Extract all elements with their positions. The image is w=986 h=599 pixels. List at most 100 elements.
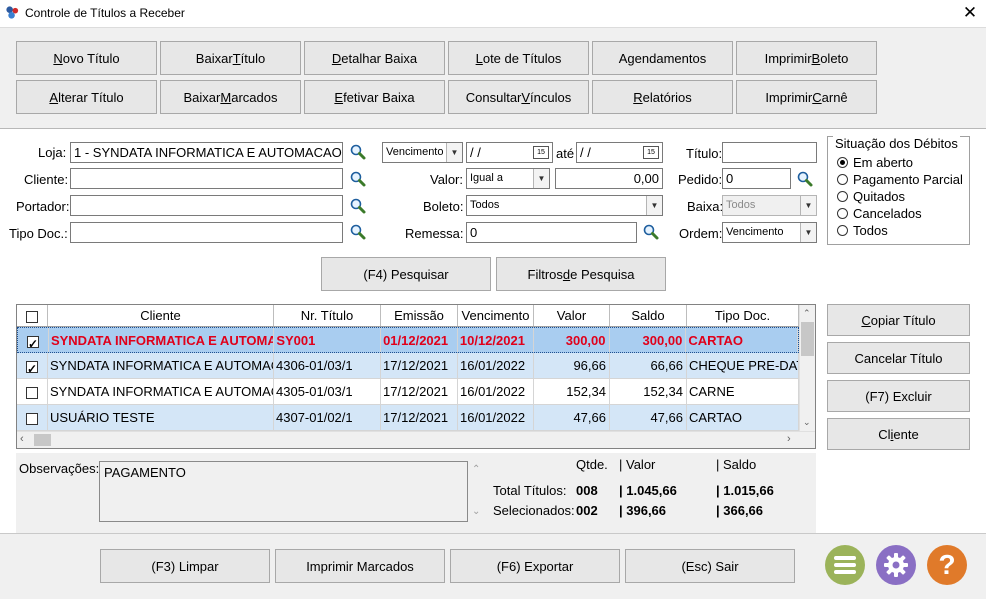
situacao-option-pagamento-parcial[interactable]: Pagamento Parcial bbox=[837, 172, 963, 187]
radio-button[interactable] bbox=[837, 225, 848, 236]
hscroll-thumb[interactable] bbox=[34, 434, 51, 446]
data-ate-field[interactable]: / / 15 bbox=[576, 142, 663, 163]
obs-scroll-up-icon[interactable]: ⌃ bbox=[472, 464, 480, 475]
situacao-option-cancelados[interactable]: Cancelados bbox=[837, 206, 922, 221]
column-header-nr-titulo[interactable]: Nr. Título bbox=[274, 305, 381, 326]
menu-icon[interactable] bbox=[825, 545, 865, 585]
radio-button[interactable] bbox=[837, 174, 848, 185]
radio-button[interactable] bbox=[837, 208, 848, 219]
cell-titulo: 4306-01/03/1 bbox=[274, 353, 381, 378]
search-portador-icon[interactable] bbox=[349, 197, 367, 215]
table-row[interactable]: SYNDATA INFORMATICA E AUTOMACAO4306-01/0… bbox=[17, 353, 799, 379]
remessa-field[interactable]: 0 bbox=[466, 222, 637, 243]
chevron-down-icon: ▼ bbox=[446, 143, 462, 162]
relatorios-button[interactable]: Relatórios bbox=[592, 80, 733, 114]
total-saldo: | 1.015,66 bbox=[716, 483, 774, 498]
baixar-titulo-button[interactable]: Baixar Título bbox=[160, 41, 301, 75]
settings-gear-icon[interactable] bbox=[876, 545, 916, 585]
copiar-titulo-button[interactable]: Copiar Título bbox=[827, 304, 970, 336]
row-checkbox[interactable] bbox=[26, 412, 38, 425]
titulo-field[interactable] bbox=[722, 142, 817, 163]
label-accel: C bbox=[812, 89, 822, 105]
column-header-vencimento[interactable]: Vencimento bbox=[458, 305, 534, 326]
data-tipo-select[interactable]: Vencimento ▼ bbox=[382, 142, 463, 163]
valor-field[interactable]: 0,00 bbox=[555, 168, 663, 189]
question-glyph: ? bbox=[938, 549, 956, 580]
radio-button[interactable] bbox=[837, 191, 848, 202]
boleto-select[interactable]: Todos ▼ bbox=[466, 195, 663, 216]
row-checkbox[interactable] bbox=[26, 386, 38, 399]
imprimir-marcados-button[interactable]: Imprimir Marcados bbox=[275, 549, 445, 583]
search-tipo-doc-icon[interactable] bbox=[349, 223, 367, 241]
baixar-marcados-button[interactable]: Baixar Marcados bbox=[160, 80, 301, 114]
cell-tipo: CARTAO bbox=[687, 405, 799, 430]
column-header-saldo[interactable]: Saldo bbox=[610, 305, 687, 326]
select-all-checkbox[interactable] bbox=[26, 310, 38, 323]
observacoes-box[interactable]: PAGAMENTO bbox=[99, 461, 468, 522]
row-checkbox[interactable] bbox=[26, 357, 38, 378]
agendamentos-button[interactable]: Agendamentos bbox=[592, 41, 733, 75]
consultar-vinculos-button[interactable]: Consultar Vínculos bbox=[448, 80, 589, 114]
row-checkbox-cell[interactable] bbox=[18, 328, 49, 352]
efetivar-baixa-button[interactable]: Efetivar Baixa bbox=[304, 80, 445, 114]
imprimir-carne-button[interactable]: Imprimir Carnê bbox=[736, 80, 877, 114]
tipo-doc-field[interactable] bbox=[70, 222, 343, 243]
column-header-tipo-doc[interactable]: Tipo Doc. bbox=[687, 305, 799, 326]
cell-cliente: USUÁRIO TESTE bbox=[48, 405, 274, 430]
column-header-valor[interactable]: Valor bbox=[534, 305, 610, 326]
lote-de-titulos-button[interactable]: Lote de Títulos bbox=[448, 41, 589, 75]
row-checkbox-cell[interactable] bbox=[17, 405, 48, 430]
portador-field[interactable] bbox=[70, 195, 343, 216]
column-header-cliente[interactable]: Cliente bbox=[48, 305, 274, 326]
sair-button[interactable]: (Esc) Sair bbox=[625, 549, 795, 583]
row-checkbox-cell[interactable] bbox=[17, 353, 48, 378]
calendar-icon[interactable]: 15 bbox=[643, 146, 659, 159]
header-checkbox-cell[interactable] bbox=[17, 305, 48, 326]
table-row[interactable]: SYNDATA INFORMATICA E AUTOMACAO4305-01/0… bbox=[17, 379, 799, 405]
cancelar-titulo-button[interactable]: Cancelar Título bbox=[827, 342, 970, 374]
search-cliente-icon[interactable] bbox=[349, 170, 367, 188]
ordem-select[interactable]: Vencimento ▼ bbox=[722, 222, 817, 243]
detalhar-baixa-button[interactable]: Detalhar Baixa bbox=[304, 41, 445, 75]
situacao-option-em-aberto[interactable]: Em aberto bbox=[837, 155, 913, 170]
cliente-field[interactable] bbox=[70, 168, 343, 189]
valor-op-select[interactable]: Igual a ▼ bbox=[466, 168, 550, 189]
vertical-scrollbar[interactable]: ⌃ ⌄ bbox=[799, 305, 815, 432]
scroll-right-icon[interactable]: › bbox=[787, 433, 791, 445]
radio-label: Cancelados bbox=[853, 206, 922, 221]
search-remessa-icon[interactable] bbox=[642, 223, 660, 241]
horizontal-scrollbar[interactable]: ‹ › bbox=[17, 431, 815, 448]
row-checkbox-cell[interactable] bbox=[17, 379, 48, 404]
scroll-thumb[interactable] bbox=[801, 322, 814, 356]
search-loja-icon[interactable] bbox=[349, 143, 367, 161]
scroll-down-icon[interactable]: ⌄ bbox=[803, 417, 811, 428]
f7-excluir-button[interactable]: (F7) Excluir bbox=[827, 380, 970, 412]
search-pedido-icon[interactable] bbox=[796, 170, 814, 188]
pedido-field[interactable]: 0 bbox=[722, 168, 791, 189]
calendar-icon[interactable]: 15 bbox=[533, 146, 549, 159]
tipo-doc-label: Tipo Doc.: bbox=[9, 226, 68, 241]
data-de-field[interactable]: / / 15 bbox=[466, 142, 553, 163]
help-question-icon[interactable]: ? bbox=[927, 545, 967, 585]
alterar-titulo-button[interactable]: Alterar Título bbox=[16, 80, 157, 114]
novo-titulo-button[interactable]: Novo Título bbox=[16, 41, 157, 75]
cliente-button[interactable]: Cl i ente bbox=[827, 418, 970, 450]
scroll-left-icon[interactable]: ‹ bbox=[20, 433, 24, 445]
close-icon[interactable]: ✕ bbox=[958, 2, 982, 24]
scroll-up-icon[interactable]: ⌃ bbox=[803, 308, 811, 319]
table-row[interactable]: USUÁRIO TESTE 4307-01/02/1 17/12/2021 16/01… bbox=[17, 405, 799, 431]
loja-field[interactable]: 1 - SYNDATA INFORMATICA E AUTOMACAO bbox=[70, 142, 343, 163]
situacao-option-todos[interactable]: Todos bbox=[837, 223, 888, 238]
obs-scroll-down-icon[interactable]: ⌄ bbox=[472, 506, 480, 517]
imprimir-boleto-button[interactable]: Imprimir Boleto bbox=[736, 41, 877, 75]
exportar-button[interactable]: (F6) Exportar bbox=[450, 549, 620, 583]
column-header-emissao[interactable]: Emissão bbox=[381, 305, 458, 326]
situacao-option-quitados[interactable]: Quitados bbox=[837, 189, 905, 204]
row-checkbox[interactable] bbox=[26, 332, 39, 352]
limpar-button[interactable]: (F3) Limpar bbox=[100, 549, 270, 583]
radio-button[interactable] bbox=[837, 157, 848, 168]
total-titulos-label: Total Títulos: bbox=[493, 483, 567, 498]
table-row[interactable]: SYNDATA INFORMATICA E AUTOMACAOSY00101/1… bbox=[17, 327, 799, 353]
pesquisar-button[interactable]: (F4) Pesquisar bbox=[321, 257, 491, 291]
filtros-button[interactable]: Filtros de Pesquisa bbox=[496, 257, 666, 291]
